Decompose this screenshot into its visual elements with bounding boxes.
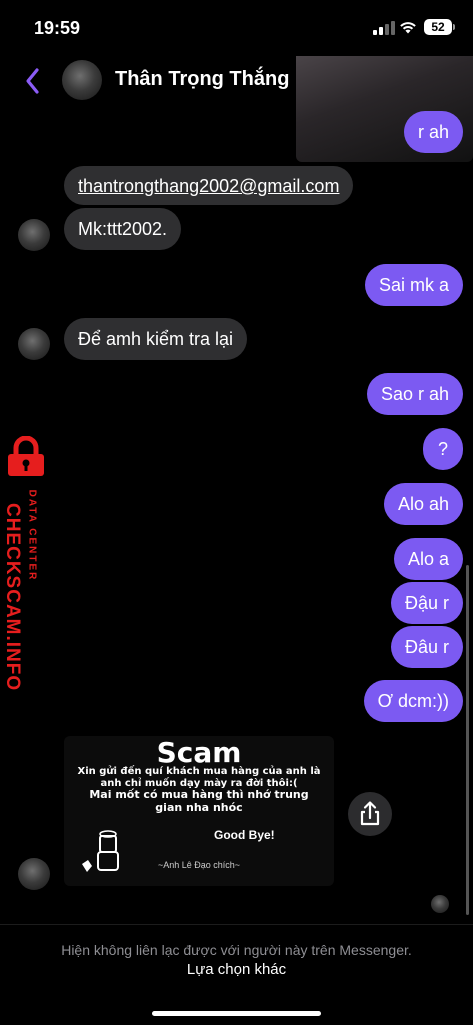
message-outgoing[interactable]: Sao r ah bbox=[366, 373, 463, 415]
message-outgoing[interactable]: Alo ah bbox=[383, 483, 463, 525]
contact-avatar-small[interactable] bbox=[18, 858, 50, 890]
image-goodbye: Good Bye! bbox=[214, 828, 275, 842]
back-chevron-icon[interactable] bbox=[22, 66, 44, 96]
contact-avatar-small[interactable] bbox=[18, 328, 50, 360]
message-incoming[interactable]: Để amh kiểm tra lại bbox=[64, 318, 248, 360]
message-outgoing[interactable]: r ah bbox=[403, 111, 463, 153]
message-outgoing[interactable]: Ơ dcm:)) bbox=[363, 680, 463, 722]
image-text-line: gian nha nhóc bbox=[155, 801, 243, 814]
chat-header: Thân Trọng Thắng bbox=[0, 56, 473, 162]
watermark-subtitle: DATA CENTER bbox=[26, 489, 38, 582]
share-icon bbox=[360, 801, 380, 826]
message-outgoing[interactable]: Đậu r bbox=[390, 582, 463, 624]
image-text-line: Mai mốt có mua hàng thì nhớ trung bbox=[89, 788, 309, 801]
cellular-signal-icon bbox=[373, 21, 395, 35]
other-options-link[interactable]: Lựa chọn khác bbox=[0, 961, 473, 978]
image-signature: ~Anh Lê Đạo chích~ bbox=[158, 860, 241, 870]
checkscam-watermark: CHECKSCAM.INFO DATA CENTER bbox=[0, 436, 60, 692]
status-time: 19:59 bbox=[34, 18, 81, 38]
email-link[interactable]: thantrongthang2002@gmail.com bbox=[78, 176, 339, 196]
cartoon-character-icon bbox=[82, 830, 119, 872]
message-incoming[interactable]: Mk:ttt2002. bbox=[64, 208, 182, 250]
image-title: Scam bbox=[156, 736, 242, 769]
home-indicator[interactable] bbox=[152, 1011, 321, 1016]
message-outgoing[interactable]: Sai mk a bbox=[364, 264, 463, 306]
status-bar: 19:59 52 bbox=[0, 0, 473, 56]
wifi-icon bbox=[400, 22, 416, 34]
read-receipt-avatar bbox=[431, 895, 449, 913]
contact-avatar[interactable] bbox=[62, 60, 102, 100]
scrollbar[interactable] bbox=[466, 565, 469, 915]
footer: Hiện không liên lạc được với người này t… bbox=[0, 924, 473, 1025]
battery-cap bbox=[453, 24, 455, 30]
image-text-line: Xin gửi đến quí khách mua hàng của anh l… bbox=[77, 766, 321, 777]
message-incoming[interactable]: thantrongthang2002@gmail.com bbox=[64, 166, 354, 205]
message-outgoing[interactable]: Alo a bbox=[393, 538, 463, 580]
watermark-brand: CHECKSCAM.INFO bbox=[2, 503, 23, 692]
unavailable-notice: Hiện không liên lạc được với người này t… bbox=[61, 942, 412, 958]
battery-indicator: 52 bbox=[424, 19, 452, 35]
image-attachment[interactable]: Scam Xin gửi đến quí khách mua hàng của … bbox=[64, 736, 334, 886]
share-button[interactable] bbox=[348, 792, 392, 836]
padlock-icon bbox=[8, 436, 44, 476]
message-outgoing[interactable]: Đâu r bbox=[390, 626, 463, 668]
contact-name[interactable]: Thân Trọng Thắng bbox=[115, 68, 289, 91]
contact-avatar-small[interactable] bbox=[18, 219, 50, 251]
message-outgoing[interactable]: ? bbox=[422, 428, 463, 470]
